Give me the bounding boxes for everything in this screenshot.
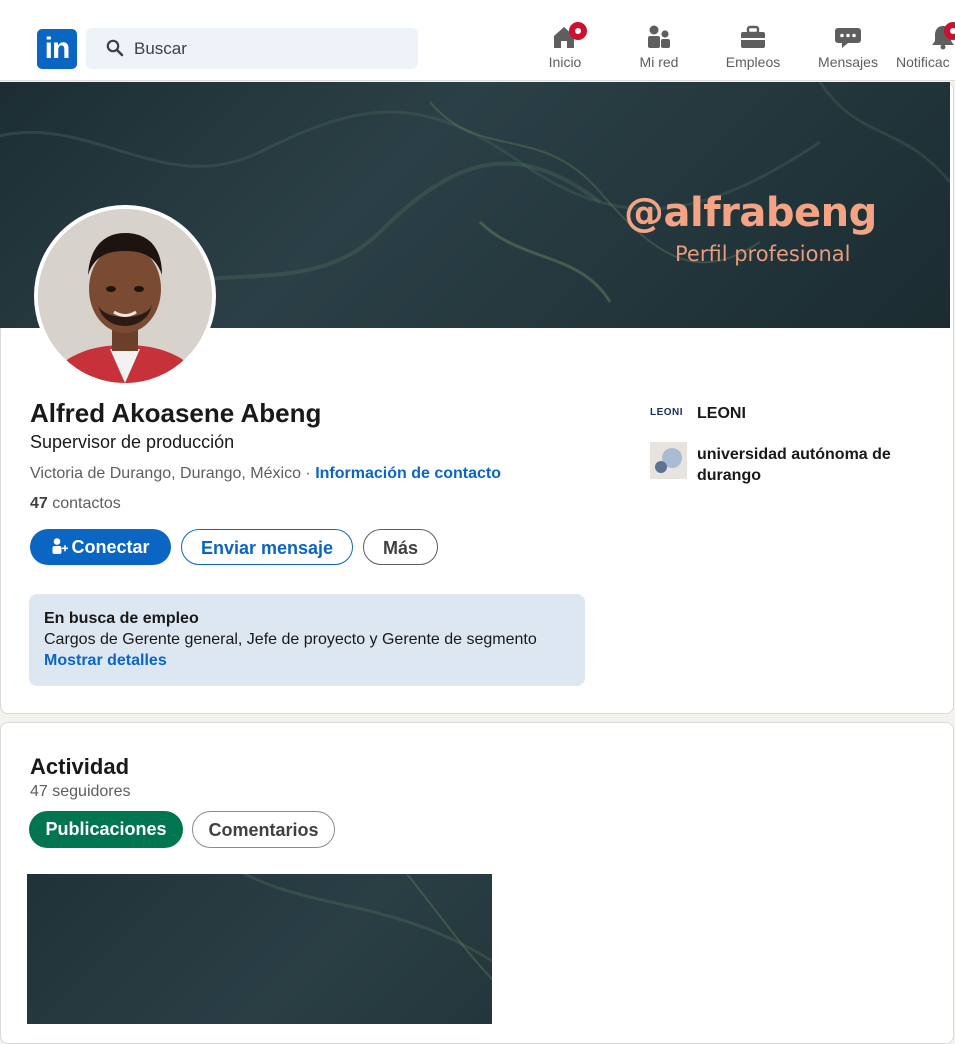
connect-button[interactable]: Conectar [30, 529, 171, 565]
search-icon [106, 39, 124, 57]
nav-item-mensajes[interactable]: Mensajes [812, 22, 884, 74]
top-navigation-bar: in Buscar Inicio Mi red Empleos Mensajes… [0, 0, 955, 81]
followers-count: 47 seguidores [30, 783, 131, 800]
banner-handle: @alfrabeng [624, 190, 877, 236]
open-to-work-roles: Cargos de Gerente general, Jefe de proye… [44, 631, 537, 648]
profile-headline: Supervisor de producción [30, 432, 235, 452]
education-university[interactable]: universidad autónoma de durango [697, 444, 891, 486]
search-input[interactable]: Buscar [86, 28, 418, 69]
nav-item-label: Mi red [639, 54, 679, 70]
add-person-icon [52, 538, 69, 554]
nav-item-mi-red[interactable]: Mi red [630, 22, 688, 74]
experience-company-leoni[interactable]: LEONI [697, 405, 746, 423]
open-to-work-title: En busca de empleo [44, 610, 199, 627]
post-image[interactable] [27, 862, 498, 1024]
notification-badge [944, 22, 955, 40]
connections-label: contactos [47, 495, 121, 512]
show-details-link[interactable]: Mostrar detalles [44, 652, 167, 670]
nav-item-inicio[interactable]: Inicio [535, 22, 595, 74]
connections-number: 47 [30, 495, 48, 512]
profile-photo[interactable] [34, 205, 216, 387]
linkedin-logo[interactable]: in [37, 29, 77, 69]
nav-item-notificaciones[interactable]: Notificac [894, 22, 955, 74]
contact-info-link[interactable]: Información de contacto [315, 465, 501, 482]
education-name-line1: universidad autónoma de [697, 446, 891, 463]
leoni-logo: LEONI [650, 407, 684, 418]
activity-title: Actividad [30, 754, 130, 779]
open-to-work-box: En busca de empleo Cargos de Gerente gen… [29, 594, 585, 686]
separator: · [300, 465, 316, 482]
connections-count[interactable]: 47 contactos [30, 495, 121, 513]
avatar-illustration [38, 209, 212, 383]
education-name-line2: durango [697, 467, 761, 484]
profile-name: Alfred Akoasene Abeng [30, 398, 322, 428]
notification-badge [569, 22, 587, 40]
tab-publicaciones[interactable]: Publicaciones [29, 811, 183, 848]
profile-location-row: Victoria de Durango, Durango, México · I… [30, 465, 501, 483]
nav-item-empleos[interactable]: Empleos [718, 22, 788, 74]
tab-comentarios[interactable]: Comentarios [192, 811, 335, 848]
profile-location: Victoria de Durango, Durango, México [30, 465, 301, 482]
school-icon [655, 448, 682, 473]
nav-item-label: Notificac [896, 54, 950, 70]
briefcase-icon [741, 25, 765, 48]
more-button[interactable]: Más [363, 529, 438, 565]
chat-icon [835, 28, 861, 48]
nav-item-label: Mensajes [818, 54, 878, 70]
connect-label: Conectar [71, 537, 150, 557]
banner-subtitle: Perfil profesional [675, 242, 851, 266]
university-logo [650, 442, 687, 479]
nav-item-label: Empleos [725, 54, 781, 70]
nav-item-label: Inicio [548, 54, 582, 70]
people-icon [648, 25, 670, 48]
post-image-pattern [226, 862, 498, 985]
search-placeholder: Buscar [134, 39, 187, 58]
send-message-button[interactable]: Enviar mensaje [181, 529, 353, 565]
